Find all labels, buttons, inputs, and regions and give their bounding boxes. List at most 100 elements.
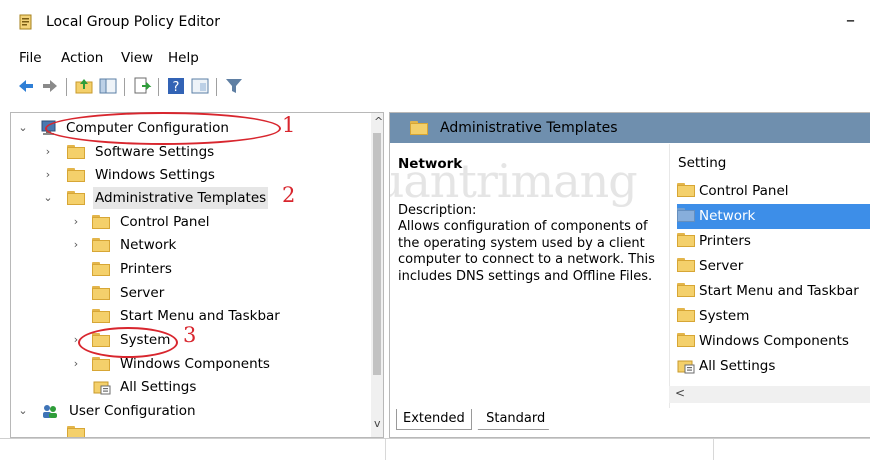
up-folder-icon[interactable]: [74, 76, 94, 96]
tab-label: Standard: [486, 411, 546, 426]
tree-item-label: Control Panel: [120, 214, 210, 230]
minimize-button[interactable]: –: [846, 10, 855, 31]
folder-icon: [677, 208, 695, 222]
expand-chevron-icon[interactable]: ⌄: [43, 187, 53, 209]
tree-item-label: Printers: [120, 261, 172, 277]
folder-icon: [92, 309, 110, 323]
scroll-left-arrow-icon[interactable]: <: [675, 386, 685, 400]
folder-icon: [67, 168, 85, 182]
scroll-up-arrow-icon[interactable]: ^: [374, 115, 383, 128]
tree-item-printers[interactable]: Printers: [11, 258, 371, 280]
tree-item-all-settings[interactable]: All Settings: [11, 376, 371, 398]
tree-item-label: Network: [120, 237, 177, 253]
collapsed-chevron-icon[interactable]: ›: [43, 141, 53, 163]
folder-icon: [677, 258, 695, 272]
folder-icon: [67, 191, 85, 205]
list-item-printers[interactable]: Printers: [677, 229, 870, 254]
forward-arrow-icon[interactable]: [40, 76, 60, 96]
tree-item-windows-settings[interactable]: › Windows Settings: [11, 164, 371, 186]
list-item-label: Start Menu and Taskbar: [699, 283, 859, 299]
tree-item-control-panel[interactable]: › Control Panel: [11, 211, 371, 233]
scroll-down-arrow-icon[interactable]: v: [374, 417, 381, 430]
list-item-windows-components[interactable]: Windows Components: [677, 329, 870, 354]
toolbar: ?: [0, 76, 870, 102]
list-item-start-menu-and-taskbar[interactable]: Start Menu and Taskbar: [677, 279, 870, 304]
list-item-control-panel[interactable]: Control Panel: [677, 179, 870, 204]
folder-icon: [410, 121, 428, 135]
back-arrow-icon[interactable]: [16, 76, 36, 96]
console-tree-pane[interactable]: ⌄ Computer Configuration › Software Sett…: [10, 112, 384, 438]
folder-icon: [92, 262, 110, 276]
toolbar-separator: [216, 78, 217, 96]
folder-icon: [677, 308, 695, 322]
menu-action[interactable]: Action: [61, 50, 103, 66]
list-item-label: Server: [699, 258, 744, 274]
tree-item-label: Server: [120, 285, 165, 301]
list-item-label: Windows Components: [699, 333, 849, 349]
list-item-label: Network: [699, 208, 756, 224]
tree-item-label: All Settings: [120, 379, 197, 395]
menu-view[interactable]: View: [121, 50, 153, 66]
details-header: Administrative Templates: [390, 113, 870, 143]
folder-icon: [92, 357, 110, 371]
all-settings-icon: [677, 360, 695, 374]
list-item-system[interactable]: System: [677, 304, 870, 329]
status-divider: [713, 439, 714, 460]
tree-item-user-configuration[interactable]: ⌄ User Configuration: [11, 400, 371, 422]
collapsed-chevron-icon[interactable]: ›: [71, 353, 81, 375]
folder-icon: [677, 183, 695, 197]
tab-extended[interactable]: Extended: [396, 409, 472, 430]
all-settings-icon: [93, 381, 111, 395]
collapsed-chevron-icon[interactable]: ›: [43, 164, 53, 186]
collapsed-chevron-icon[interactable]: ›: [71, 234, 81, 256]
folder-icon: [677, 283, 695, 297]
status-divider: [385, 439, 386, 460]
menu-bar: File Action View Help: [0, 44, 870, 68]
menu-file[interactable]: File: [19, 50, 42, 66]
show-hide-tree-icon[interactable]: [98, 76, 118, 96]
annotation-ellipse-1: [45, 112, 281, 145]
list-item-server[interactable]: Server: [677, 254, 870, 279]
tree-item-label: Administrative Templates: [93, 187, 269, 209]
tab-standard[interactable]: Standard: [477, 409, 554, 430]
folder-icon: [92, 286, 110, 300]
annotation-number-1: 1: [282, 113, 296, 137]
collapsed-chevron-icon[interactable]: ›: [71, 211, 81, 233]
list-item-all-settings[interactable]: All Settings: [677, 354, 870, 379]
description-text: Allows configuration of components of th…: [398, 219, 655, 284]
list-item-network[interactable]: Network: [677, 204, 870, 229]
details-header-title: Administrative Templates: [440, 120, 618, 136]
pane-divider: [669, 144, 670, 408]
tree-item-network[interactable]: › Network: [11, 234, 371, 256]
toolbar-separator: [66, 78, 67, 96]
list-item-label: Control Panel: [699, 183, 789, 199]
title-bar: Local Group Policy Editor –: [0, 0, 870, 44]
column-header-setting[interactable]: Setting: [678, 155, 726, 171]
folder-icon: [67, 426, 85, 437]
tree-item-label: User Configuration: [69, 403, 196, 419]
toolbar-separator: [158, 78, 159, 96]
annotation-number-3: 3: [183, 323, 197, 347]
help-icon[interactable]: ?: [166, 76, 186, 96]
tree-item-label: Start Menu and Taskbar: [120, 308, 280, 324]
annotation-ellipse-3: [78, 327, 178, 358]
list-item-label: Printers: [699, 233, 751, 249]
menu-help[interactable]: Help: [168, 50, 199, 66]
tree-scrollbar-thumb[interactable]: [373, 133, 381, 375]
annotation-number-2: 2: [282, 183, 296, 207]
export-list-icon[interactable]: [132, 76, 152, 96]
properties-icon[interactable]: [190, 76, 210, 96]
policy-editor-app-icon: [19, 14, 32, 30]
folder-icon: [92, 215, 110, 229]
expand-chevron-icon[interactable]: ⌄: [18, 400, 28, 422]
tree-item-windows-components[interactable]: › Windows Components: [11, 353, 371, 375]
folder-icon: [677, 233, 695, 247]
list-horizontal-scrollbar[interactable]: <: [669, 386, 870, 403]
list-item-label: System: [699, 308, 750, 324]
tree-item-administrative-templates[interactable]: ⌄ Administrative Templates: [11, 187, 371, 209]
tree-item-server[interactable]: Server: [11, 282, 371, 304]
toolbar-separator: [124, 78, 125, 96]
expand-chevron-icon[interactable]: ⌄: [18, 117, 28, 139]
filter-icon[interactable]: [224, 76, 244, 96]
status-bar: [0, 438, 870, 460]
